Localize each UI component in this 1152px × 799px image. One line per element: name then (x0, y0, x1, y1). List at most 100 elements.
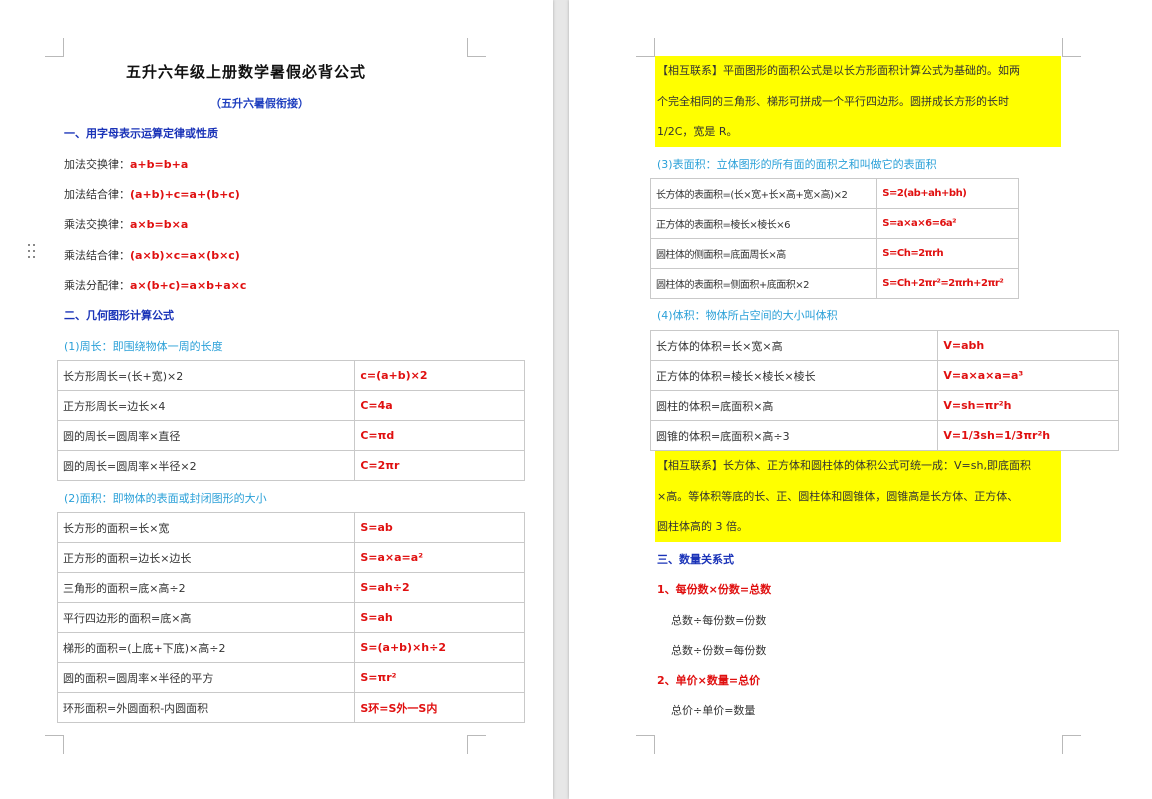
formula-cell: S=(a+b)×h÷2 (354, 632, 525, 663)
formula-cell: S=2(ab+ah+bh) (876, 178, 1019, 209)
connection-note-volume: 【相互联系】长方体、正方体和圆柱体的体积公式可统一成：V=sh,即底面积 ×高。… (655, 451, 1061, 542)
law-formula: a×b=b×a (130, 218, 189, 231)
note-line: 圆柱体高的 3 倍。 (657, 520, 748, 533)
section-heading-operation-laws: 一、用字母表示运算定律或性质 (64, 127, 218, 140)
crop-mark (45, 38, 64, 57)
crop-mark (45, 735, 64, 754)
connection-note-area: 【相互联系】平面图形的面积公式是以长方形面积计算公式为基础的。如两 个完全相同的… (655, 56, 1061, 147)
law-line: 乘法分配律：a×(b+c)=a×b+a×c (64, 277, 246, 293)
formula-cell: V=sh=πr²h (937, 390, 1119, 421)
perimeter-table: 长方形周长=(长+宽)×2 c=(a+b)×2 正方形周长=边长×4 C=4a 圆的… (56, 360, 525, 481)
relation-line: 总价÷单价=数量 (671, 704, 756, 717)
formula-cell: S=a×a×6=6a² (876, 208, 1019, 239)
table-cell: 正方形周长=边长×4 (56, 390, 356, 421)
table-row: 环形面积=外圆面积-内圆面积 S环=S外一S内 (56, 692, 525, 723)
table-row: 三角形的面积=底×高÷2 S=ah÷2 (56, 572, 525, 603)
table-row: 长方体的表面积=(长×宽+长×高+宽×高)×2 S=2(ab+ah+bh) (649, 178, 1019, 209)
table-cell: 长方体的表面积=(长×宽+长×高+宽×高)×2 (649, 178, 878, 209)
law-label: 加法结合律： (64, 188, 130, 201)
law-formula: (a+b)+c=a+(b+c) (130, 188, 240, 201)
formula-cell: S=πr² (354, 662, 525, 693)
table-cell: 圆锥的体积=底面积×高÷3 (649, 420, 939, 451)
table-row: 正方形的面积=边长×边长 S=a×a=a² (56, 542, 525, 573)
table-cell: 圆的面积=圆周率×半径的平方 (56, 662, 356, 693)
table-row: 圆的周长=圆周率×半径×2 C=2πr (56, 450, 525, 481)
table-row: 平行四边形的面积=底×高 S=ah (56, 602, 525, 633)
table-row: 圆的周长=圆周率×直径 C=πd (56, 420, 525, 451)
crop-mark (636, 735, 655, 754)
formula-cell: V=1/3sh=1/3πr²h (937, 420, 1119, 451)
relation-heading: 2、单价×数量=总价 (657, 674, 761, 687)
section-heading-quantity-relations: 三、数量关系式 (657, 553, 734, 566)
table-cell: 圆柱体的侧面积=底面周长×高 (649, 238, 878, 269)
section-heading-geometry: 二、几何图形计算公式 (64, 309, 174, 322)
formula-cell: S=Ch=2πrh (876, 238, 1019, 269)
table-cell: 环形面积=外圆面积-内圆面积 (56, 692, 356, 723)
formula-cell: S=ah÷2 (354, 572, 525, 603)
formula-cell: S=ah (354, 602, 525, 633)
table-cell: 圆的周长=圆周率×半径×2 (56, 450, 356, 481)
formula-cell: c=(a+b)×2 (354, 360, 525, 391)
law-label: 乘法结合律： (64, 249, 130, 262)
law-formula: a×(b+c)=a×b+a×c (130, 279, 247, 292)
table-cell: 正方体的表面积=棱长×棱长×6 (649, 208, 878, 239)
table-row: 长方体的体积=长×宽×高 V=abh (649, 330, 1119, 361)
crop-mark (636, 38, 655, 57)
crop-mark (1062, 735, 1081, 754)
formula-cell: C=2πr (354, 450, 525, 481)
law-line: 加法结合律：(a+b)+c=a+(b+c) (64, 186, 240, 202)
formula-cell: C=4a (354, 390, 525, 421)
surface-area-table: 长方体的表面积=(长×宽+长×高+宽×高)×2 S=2(ab+ah+bh) 正方体… (649, 178, 1019, 299)
law-formula: a+b=b+a (130, 158, 189, 171)
volume-table: 长方体的体积=长×宽×高 V=abh 正方体的体积=棱长×棱长×棱长 V=a×a×a… (649, 330, 1119, 451)
surface-area-heading: (3)表面积：立体图形的所有面的面积之和叫做它的表面积 (657, 158, 937, 171)
table-cell: 长方形周长=(长+宽)×2 (56, 360, 356, 391)
formula-cell: S=a×a=a² (354, 542, 525, 573)
table-row: 正方体的体积=棱长×棱长×棱长 V=a×a×a=a³ (649, 360, 1119, 391)
law-line: 乘法交换律：a×b=b×a (64, 216, 188, 232)
formula-cell: V=abh (937, 330, 1119, 361)
table-row: 圆柱体的表面积=侧面积+底面积×2 S=Ch+2πr²=2πrh+2πr² (649, 268, 1019, 299)
formula-cell: S=ab (354, 512, 525, 543)
crop-mark (1062, 38, 1081, 57)
table-row: 正方形周长=边长×4 C=4a (56, 390, 525, 421)
relation-line: 总数÷每份数=份数 (671, 614, 767, 627)
table-row: 圆的面积=圆周率×半径的平方 S=πr² (56, 662, 525, 693)
table-cell: 长方形的面积=长×宽 (56, 512, 356, 543)
law-line: 乘法结合律：(a×b)×c=a×(b×c) (64, 247, 240, 263)
table-cell: 正方体的体积=棱长×棱长×棱长 (649, 360, 939, 391)
volume-heading: (4)体积：物体所占空间的大小叫体积 (657, 309, 838, 322)
table-cell: 圆柱的体积=底面积×高 (649, 390, 939, 421)
table-row: 长方形的面积=长×宽 S=ab (56, 512, 525, 543)
page-subtitle: （五升六暑假衔接） (210, 97, 309, 110)
crop-mark (467, 735, 486, 754)
law-label: 乘法交换律： (64, 218, 130, 231)
relation-line: 总数÷份数=每份数 (671, 644, 767, 657)
note-line: 个完全相同的三角形、梯形可拼成一个平行四边形。圆拼成长方形的长时 (657, 94, 1009, 108)
document-page-right: 【相互联系】平面图形的面积公式是以长方形面积计算公式为基础的。如两 个完全相同的… (569, 0, 1152, 799)
law-label: 加法交换律： (64, 158, 130, 171)
note-line: 1/2C，宽是 R。 (657, 125, 738, 138)
table-row: 圆锥的体积=底面积×高÷3 V=1/3sh=1/3πr²h (649, 420, 1119, 451)
page-title: 五升六年级上册数学暑假必背公式 (126, 63, 367, 81)
crop-mark (467, 38, 486, 57)
note-line: 【相互联系】平面图形的面积公式是以长方形面积计算公式为基础的。如两 (657, 64, 1020, 77)
law-formula: (a×b)×c=a×(b×c) (130, 249, 240, 262)
table-row: 圆柱的体积=底面积×高 V=sh=πr²h (649, 390, 1119, 421)
formula-cell: S=Ch+2πr²=2πrh+2πr² (876, 268, 1019, 299)
note-line: ×高。等体积等底的长、正、圆柱体和圆锥体，圆锥高是长方体、正方体、 (657, 489, 1019, 503)
table-cell: 圆柱体的表面积=侧面积+底面积×2 (649, 268, 878, 299)
table-cell: 正方形的面积=边长×边长 (56, 542, 356, 573)
law-label: 乘法分配律： (64, 279, 130, 292)
paragraph-drag-handle-icon[interactable] (28, 244, 36, 260)
table-cell: 圆的周长=圆周率×直径 (56, 420, 356, 451)
table-cell: 长方体的体积=长×宽×高 (649, 330, 939, 361)
note-line: 【相互联系】长方体、正方体和圆柱体的体积公式可统一成：V=sh,即底面积 (657, 459, 1031, 472)
table-row: 圆柱体的侧面积=底面周长×高 S=Ch=2πrh (649, 238, 1019, 269)
table-row: 正方体的表面积=棱长×棱长×6 S=a×a×6=6a² (649, 208, 1019, 239)
formula-cell: S环=S外一S内 (354, 692, 525, 723)
table-cell: 三角形的面积=底×高÷2 (56, 572, 356, 603)
table-row: 长方形周长=(长+宽)×2 c=(a+b)×2 (56, 360, 525, 391)
table-cell: 梯形的面积=(上底+下底)×高÷2 (56, 632, 356, 663)
area-heading: (2)面积：即物体的表面或封闭图形的大小 (64, 492, 267, 505)
